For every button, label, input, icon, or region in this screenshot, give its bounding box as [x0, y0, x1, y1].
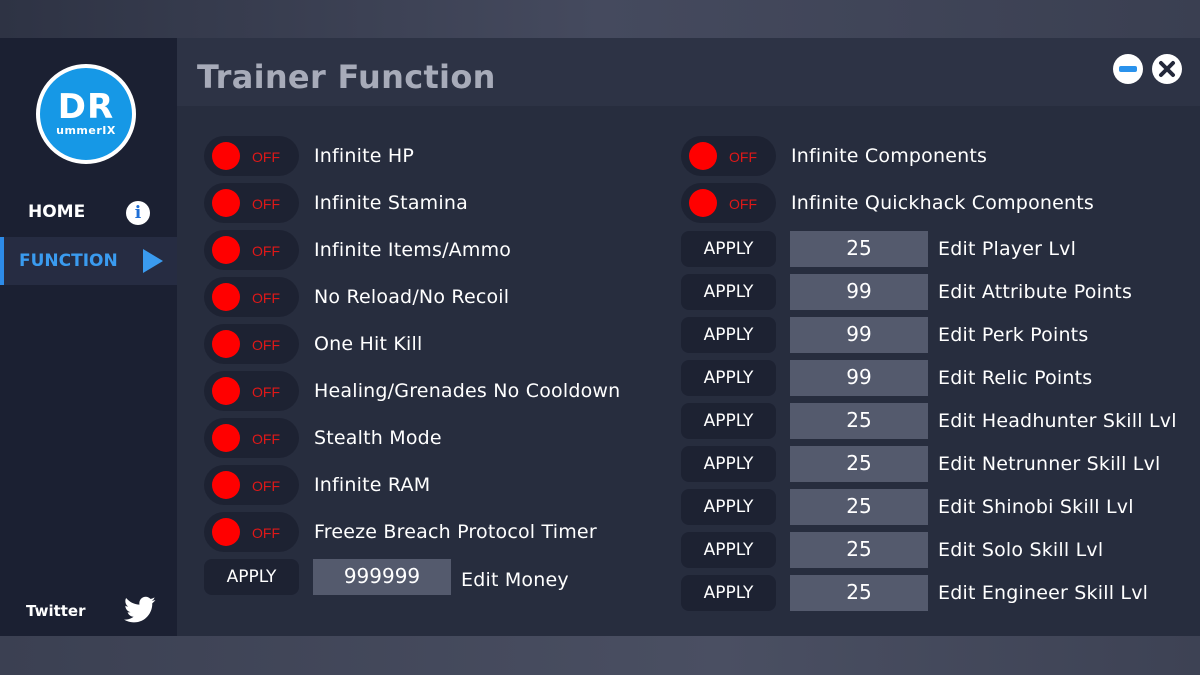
status-indicator-dot — [212, 283, 240, 311]
edit-label: Edit Netrunner Skill Lvl — [938, 453, 1161, 475]
toggle-state-text: OFF — [252, 149, 280, 165]
status-indicator-dot — [212, 424, 240, 452]
edit-label: Edit Shinobi Skill Lvl — [938, 496, 1134, 518]
option-label: Infinite Stamina — [314, 192, 468, 214]
option-label: Freeze Breach Protocol Timer — [314, 521, 597, 543]
option-label: Healing/Grenades No Cooldown — [314, 380, 621, 402]
option-label: Infinite Items/Ammo — [314, 239, 512, 261]
edit-label: Edit Attribute Points — [938, 281, 1133, 303]
toggle-switch[interactable]: OFF — [204, 371, 299, 411]
main-panel: Trainer Function OFF Infinite HP OFF Inf… — [177, 38, 1200, 636]
logo-initials: DR — [57, 87, 115, 127]
edit-label: Edit Player Lvl — [938, 238, 1077, 260]
value-input[interactable]: 25 — [790, 403, 928, 439]
twitter-bird-icon[interactable] — [124, 596, 156, 624]
app-logo: DR ummerIX — [36, 64, 136, 164]
function-content: OFF Infinite HP OFF Infinite Stamina OFF… — [177, 106, 1200, 636]
nav-label-function: FUNCTION — [19, 251, 118, 271]
play-icon — [143, 249, 163, 273]
toggle-switch[interactable]: OFF — [204, 512, 299, 552]
value-input[interactable]: 25 — [790, 231, 928, 267]
option-label: Stealth Mode — [314, 427, 442, 449]
apply-button[interactable]: APPLY — [681, 532, 776, 568]
value-input[interactable]: 99 — [790, 360, 928, 396]
toggle-switch[interactable]: OFF — [204, 183, 299, 223]
option-label: One Hit Kill — [314, 333, 423, 355]
edit-label: Edit Engineer Skill Lvl — [938, 582, 1149, 604]
nav-item-function[interactable]: FUNCTION — [0, 237, 177, 285]
apply-button[interactable]: APPLY — [681, 403, 776, 439]
status-indicator-dot — [212, 236, 240, 264]
status-indicator-dot — [212, 377, 240, 405]
toggle-state-text: OFF — [252, 243, 280, 259]
money-input[interactable]: 999999 — [313, 559, 451, 595]
toggle-state-text: OFF — [729, 196, 757, 212]
option-label: No Reload/No Recoil — [314, 286, 510, 308]
background-bottom — [0, 636, 1200, 675]
value-input[interactable]: 99 — [790, 317, 928, 353]
status-indicator-dot — [212, 142, 240, 170]
toggle-state-text: OFF — [252, 337, 280, 353]
option-label: Infinite HP — [314, 145, 415, 167]
apply-button[interactable]: APPLY — [681, 231, 776, 267]
apply-button[interactable]: APPLY — [681, 446, 776, 482]
logo-subtext: ummerIX — [56, 124, 116, 137]
minimize-icon — [1119, 66, 1137, 72]
toggle-switch[interactable]: OFF — [204, 418, 299, 458]
apply-button[interactable]: APPLY — [204, 559, 299, 595]
status-indicator-dot — [212, 518, 240, 546]
status-indicator-dot — [212, 330, 240, 358]
value-input[interactable]: 25 — [790, 532, 928, 568]
apply-button[interactable]: APPLY — [681, 317, 776, 353]
status-indicator-dot — [212, 189, 240, 217]
toggle-switch[interactable]: OFF — [204, 465, 299, 505]
close-button[interactable] — [1152, 54, 1182, 84]
background-top — [0, 0, 1200, 38]
apply-button[interactable]: APPLY — [681, 274, 776, 310]
option-label: Infinite Components — [791, 145, 988, 167]
edit-label: Edit Perk Points — [938, 324, 1089, 346]
toggle-switch[interactable]: OFF — [681, 183, 776, 223]
toggle-switch[interactable]: OFF — [204, 277, 299, 317]
toggle-state-text: OFF — [252, 290, 280, 306]
edit-label: Edit Solo Skill Lvl — [938, 539, 1104, 561]
edit-label: Edit Relic Points — [938, 367, 1093, 389]
nav-label-home: HOME — [28, 202, 86, 222]
status-indicator-dot — [212, 471, 240, 499]
edit-label: Edit Headhunter Skill Lvl — [938, 410, 1177, 432]
status-indicator-dot — [689, 142, 717, 170]
sidebar: DR ummerIX HOME i FUNCTION Twitter — [0, 38, 177, 636]
page-title: Trainer Function — [197, 58, 496, 96]
toggle-state-text: OFF — [252, 478, 280, 494]
toggle-switch[interactable]: OFF — [204, 324, 299, 364]
status-indicator-dot — [689, 189, 717, 217]
twitter-label: Twitter — [26, 602, 86, 620]
toggle-state-text: OFF — [252, 384, 280, 400]
value-input[interactable]: 25 — [790, 446, 928, 482]
apply-button[interactable]: APPLY — [681, 489, 776, 525]
value-input[interactable]: 25 — [790, 575, 928, 611]
toggle-state-text: OFF — [729, 149, 757, 165]
nav-item-home[interactable]: HOME i — [0, 188, 177, 236]
toggle-switch[interactable]: OFF — [204, 230, 299, 270]
header-bar: Trainer Function — [177, 38, 1200, 106]
info-icon[interactable]: i — [126, 201, 150, 225]
apply-button[interactable]: APPLY — [681, 575, 776, 611]
toggle-switch[interactable]: OFF — [681, 136, 776, 176]
option-label: Infinite Quickhack Components — [791, 192, 1095, 214]
apply-button[interactable]: APPLY — [681, 360, 776, 396]
value-input[interactable]: 25 — [790, 489, 928, 525]
value-input[interactable]: 99 — [790, 274, 928, 310]
minimize-button[interactable] — [1113, 54, 1143, 84]
toggle-state-text: OFF — [252, 525, 280, 541]
toggle-state-text: OFF — [252, 431, 280, 447]
close-icon — [1159, 61, 1175, 77]
toggle-state-text: OFF — [252, 196, 280, 212]
toggle-switch[interactable]: OFF — [204, 136, 299, 176]
option-label: Infinite RAM — [314, 474, 431, 496]
trainer-window: DR ummerIX HOME i FUNCTION Twitter Train… — [0, 38, 1200, 636]
edit-money-label: Edit Money — [461, 569, 569, 591]
